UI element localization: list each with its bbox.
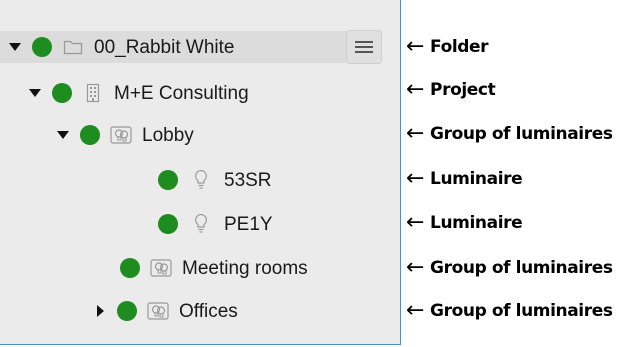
left-arrow-icon: ← — [406, 298, 425, 323]
status-dot — [32, 37, 52, 57]
luminaire-group-icon — [150, 257, 172, 279]
left-arrow-icon: ← — [406, 34, 425, 59]
annotation-group-lobby: ← Group of luminaires — [406, 120, 613, 148]
tree-row-meeting-rooms[interactable]: Meeting rooms — [0, 252, 308, 284]
node-label: Lobby — [142, 124, 194, 146]
annotation-label: Group of luminaires — [430, 301, 613, 321]
tree-row-luminaire-pe1y[interactable]: PE1Y — [0, 208, 273, 240]
expand-arrow-icon[interactable] — [56, 128, 70, 142]
annotation-project: ← Project — [406, 76, 496, 104]
lightbulb-icon — [190, 169, 212, 191]
annotation-label: Group of luminaires — [430, 258, 613, 278]
annotation-label: Project — [430, 80, 496, 100]
status-dot — [120, 258, 140, 278]
annotation-group-meeting-rooms: ← Group of luminaires — [406, 254, 613, 282]
annotation-folder: ← Folder — [406, 33, 489, 61]
annotation-label: Group of luminaires — [430, 124, 613, 144]
hamburger-menu-button[interactable] — [346, 30, 382, 64]
annotation-label: Luminaire — [430, 169, 523, 189]
luminaire-group-icon — [147, 300, 169, 322]
node-label: Offices — [179, 300, 238, 322]
annotation-luminaire-pe1y: ← Luminaire — [406, 209, 523, 237]
expand-arrow-icon[interactable] — [28, 86, 42, 100]
hamburger-menu-icon — [355, 41, 373, 53]
tree-row-folder[interactable]: 00_Rabbit White — [0, 31, 362, 63]
left-arrow-icon: ← — [406, 255, 425, 280]
node-label: M+E Consulting — [114, 82, 249, 104]
annotation-luminaire-53sr: ← Luminaire — [406, 165, 523, 193]
tree-row-project[interactable]: M+E Consulting — [0, 77, 249, 109]
left-arrow-icon: ← — [406, 77, 425, 102]
node-label: 53SR — [224, 169, 272, 191]
tree-row-offices[interactable]: Offices — [0, 295, 238, 327]
node-label: PE1Y — [224, 213, 273, 235]
expand-arrow-icon[interactable] — [8, 40, 22, 54]
folder-icon — [62, 36, 84, 58]
luminaire-group-icon — [110, 124, 132, 146]
node-label: 00_Rabbit White — [94, 36, 235, 58]
annotation-label: Luminaire — [430, 213, 523, 233]
building-icon — [82, 82, 104, 104]
annotation-label: Folder — [430, 37, 489, 57]
status-dot — [80, 125, 100, 145]
status-dot — [158, 170, 178, 190]
left-arrow-icon: ← — [406, 121, 425, 146]
status-dot — [158, 214, 178, 234]
lightbulb-icon — [190, 213, 212, 235]
status-dot — [117, 301, 137, 321]
left-arrow-icon: ← — [406, 210, 425, 235]
status-dot — [52, 83, 72, 103]
annotation-group-offices: ← Group of luminaires — [406, 297, 613, 325]
left-arrow-icon: ← — [406, 166, 425, 191]
node-label: Meeting rooms — [182, 257, 308, 279]
tree-row-lobby[interactable]: Lobby — [0, 119, 194, 151]
tree-row-luminaire-53sr[interactable]: 53SR — [0, 164, 272, 196]
collapse-arrow-icon[interactable] — [93, 304, 107, 318]
tree-panel: 00_Rabbit White M+E Consulting Lobby 53S… — [0, 0, 401, 345]
